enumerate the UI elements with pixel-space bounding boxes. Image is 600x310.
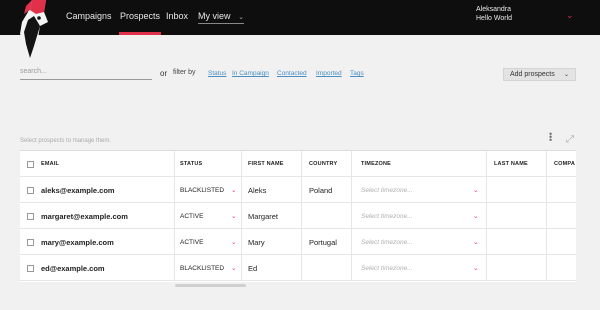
add-prospects-button[interactable]: Add prospects ⌄ <box>503 68 576 81</box>
table-row[interactable]: ed@example.com BLACKLISTED ⌄ Ed Select t… <box>20 255 576 281</box>
cell-status: BLACKLISTED <box>180 265 225 272</box>
chevron-down-icon: ⌄ <box>473 213 479 220</box>
chevron-down-icon: ⌄ <box>473 239 479 246</box>
chevron-down-icon: ⌄ <box>231 265 237 272</box>
filter-contacted-link[interactable]: Contacted <box>277 70 307 77</box>
table-row[interactable]: aleks@example.com BLACKLISTED ⌄ Aleks Po… <box>20 177 576 203</box>
header-timezone[interactable]: TIMEZONE <box>361 161 391 167</box>
chevron-down-icon: ⌄ <box>238 14 244 21</box>
timezone-placeholder: Select timezone... <box>361 187 413 194</box>
cell-first-name: Ed <box>248 264 258 273</box>
view-selector[interactable]: My view ⌄ <box>198 11 244 24</box>
nav-prospects[interactable]: Prospects <box>118 11 162 35</box>
cell-email: aleks@example.com <box>41 186 115 195</box>
table-header-row: EMAIL STATUS FIRST NAME COUNTRY TIMEZONE… <box>20 151 576 177</box>
kebab-icon[interactable]: • • • <box>549 130 553 145</box>
filter-tags-link[interactable]: Tags <box>350 70 364 77</box>
filter-in-campaign-link[interactable]: In Campaign <box>232 70 269 77</box>
timezone-select[interactable]: Select timezone... ⌄ <box>352 255 487 281</box>
filter-status-link[interactable]: Status <box>208 70 226 77</box>
horizontal-scrollbar[interactable] <box>175 284 246 287</box>
chevron-down-icon: ⌄ <box>231 213 237 220</box>
header-last-name[interactable]: LAST NAME <box>494 161 528 167</box>
header-company[interactable]: COMPA <box>554 161 575 167</box>
selection-hint: Select prospects to manage them. <box>20 138 112 144</box>
cell-status: ACTIVE <box>180 239 204 246</box>
add-prospects-label: Add prospects <box>510 71 555 78</box>
or-label: or <box>160 69 168 78</box>
chevron-down-icon: ⌄ <box>473 265 479 272</box>
header-status[interactable]: STATUS <box>180 161 202 167</box>
cell-first-name: Margaret <box>248 212 279 221</box>
row-checkbox[interactable] <box>27 239 34 246</box>
timezone-select[interactable]: Select timezone... ⌄ <box>352 203 487 229</box>
timezone-placeholder: Select timezone... <box>361 239 413 246</box>
filter-by-label: filter by <box>173 69 196 76</box>
row-checkbox[interactable] <box>27 265 34 272</box>
cell-email: mary@example.com <box>41 238 114 247</box>
nav-campaigns[interactable]: Campaigns <box>66 11 112 21</box>
timezone-placeholder: Select timezone... <box>361 213 413 220</box>
chevron-down-icon: ⌄ <box>563 72 569 78</box>
search-placeholder: search... <box>20 68 47 75</box>
cell-email: margaret@example.com <box>41 212 128 221</box>
cell-status: BLACKLISTED <box>180 187 225 194</box>
nav-inbox[interactable]: Inbox <box>166 11 188 21</box>
cell-first-name: Mary <box>248 238 265 247</box>
chevron-down-icon: ⌄ <box>231 187 237 194</box>
row-checkbox[interactable] <box>27 213 34 220</box>
header-email[interactable]: EMAIL <box>41 161 59 167</box>
top-navigation-bar: Campaigns Prospects Inbox My view ⌄ Alek… <box>0 0 600 58</box>
select-all-checkbox[interactable] <box>27 161 34 168</box>
timezone-select[interactable]: Select timezone... ⌄ <box>352 229 487 255</box>
prospects-table: EMAIL STATUS FIRST NAME COUNTRY TIMEZONE… <box>20 150 576 282</box>
cell-status: ACTIVE <box>180 213 204 220</box>
status-select[interactable]: ACTIVE ⌄ <box>175 203 242 229</box>
row-checkbox[interactable] <box>27 187 34 194</box>
user-menu-chevron-icon[interactable]: ⌄ <box>566 10 574 21</box>
cell-country: Portugal <box>309 238 337 247</box>
cell-first-name: Aleks <box>248 186 267 195</box>
chevron-down-icon: ⌄ <box>473 187 479 194</box>
view-selector-label: My view <box>198 11 231 21</box>
status-select[interactable]: BLACKLISTED ⌄ <box>175 255 242 281</box>
cell-country: Poland <box>309 186 333 195</box>
timezone-select[interactable]: Select timezone... ⌄ <box>352 177 487 203</box>
header-country[interactable]: COUNTRY <box>309 161 337 167</box>
timezone-placeholder: Select timezone... <box>361 265 413 272</box>
table-row[interactable]: margaret@example.com ACTIVE ⌄ Margaret S… <box>20 203 576 229</box>
cell-email: ed@example.com <box>41 264 105 273</box>
header-first-name[interactable]: FIRST NAME <box>248 161 284 167</box>
user-organization: Hello World <box>476 15 513 22</box>
table-row[interactable]: mary@example.com ACTIVE ⌄ Mary Portugal … <box>20 229 576 255</box>
filter-imported-link[interactable]: Imported <box>316 70 342 77</box>
search-input[interactable]: search... <box>20 68 152 80</box>
expand-icon[interactable]: ⤢ <box>566 134 574 145</box>
status-select[interactable]: ACTIVE ⌄ <box>175 229 242 255</box>
user-name: Aleksandra <box>476 6 512 13</box>
woodpecker-logo[interactable] <box>18 0 52 60</box>
status-select[interactable]: BLACKLISTED ⌄ <box>175 177 242 203</box>
chevron-down-icon: ⌄ <box>231 239 237 246</box>
